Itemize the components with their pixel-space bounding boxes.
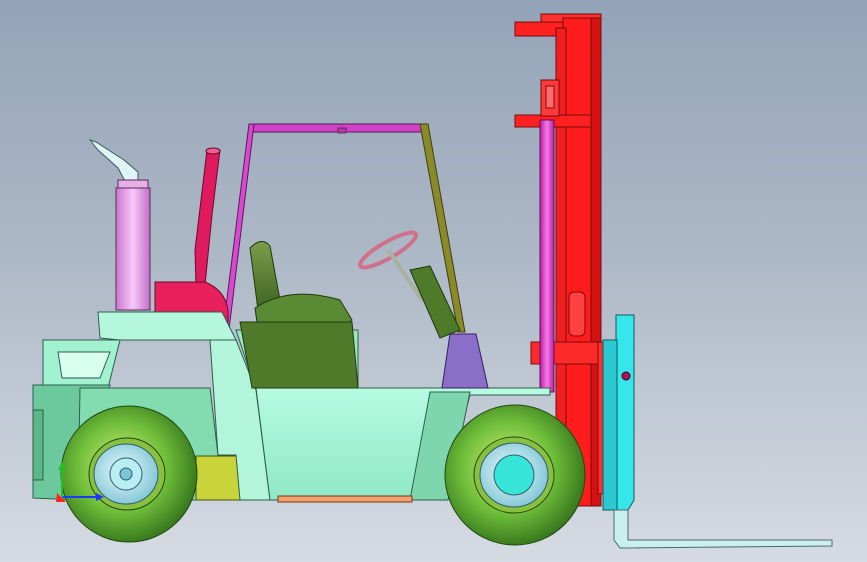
forklift-model (32, 13, 833, 549)
air-intake (154, 147, 229, 323)
cad-viewport[interactable] (0, 0, 867, 562)
carriage (597, 314, 635, 511)
front-wheel (444, 404, 586, 546)
counterweight-plate (195, 455, 241, 501)
seat (239, 241, 359, 389)
fork (613, 509, 833, 549)
step (277, 495, 413, 503)
rear-wheel (60, 405, 198, 543)
control-panel (441, 333, 489, 389)
lift-cylinder (539, 119, 555, 393)
exhaust-pipe (88, 138, 151, 311)
